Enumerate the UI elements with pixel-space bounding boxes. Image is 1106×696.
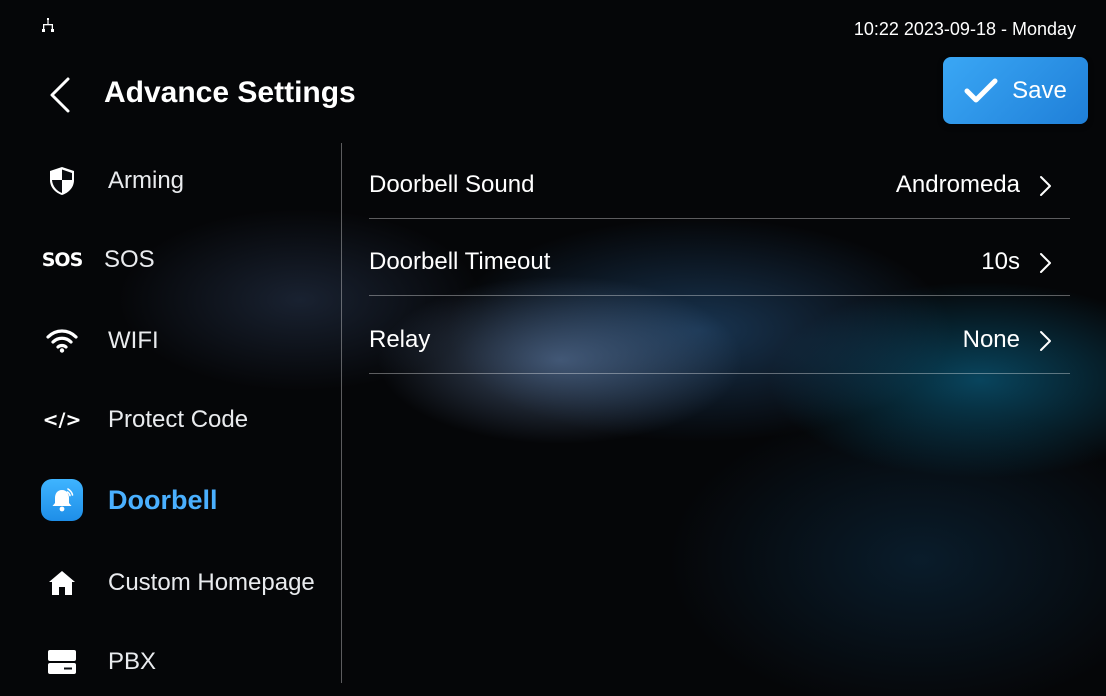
code-icon: </> [42, 409, 82, 431]
setting-value: None [962, 326, 1020, 353]
sidebar-item-sos[interactable]: SOS SOS [40, 238, 155, 282]
check-icon [964, 78, 998, 102]
setting-row-relay[interactable]: Relay None [369, 298, 1070, 374]
wifi-icon [40, 319, 84, 363]
page-title: Advance Settings [104, 76, 356, 109]
sos-icon: SOS [41, 249, 84, 271]
setting-label: Doorbell Timeout [369, 248, 551, 275]
sidebar-item-protect-code[interactable]: </> Protect Code [40, 398, 248, 442]
shield-icon [40, 159, 84, 203]
row-divider [369, 295, 1070, 296]
sidebar-item-label: PBX [108, 648, 157, 675]
sidebar-item-custom-homepage[interactable]: Custom Homepage [40, 561, 315, 605]
sidebar-item-wifi[interactable]: WIFI [40, 319, 159, 363]
sidebar-item-label: WIFI [108, 327, 159, 354]
sidebar-item-arming[interactable]: Arming [40, 159, 184, 203]
row-divider [369, 373, 1070, 374]
sidebar-item-doorbell[interactable]: Doorbell [40, 478, 218, 522]
setting-value: Andromeda [895, 171, 1020, 198]
status-datetime: 10:22 2023-09-18 - Monday [853, 19, 1076, 39]
back-button[interactable] [46, 76, 74, 114]
sidebar-item-label: Arming [108, 167, 185, 194]
sidebar-item-label: Custom Homepage [108, 569, 315, 596]
setting-row-doorbell-timeout[interactable]: Doorbell Timeout 10s [369, 220, 1070, 296]
chevron-right-icon [1040, 176, 1051, 196]
chevron-right-icon [1040, 331, 1051, 351]
sidebar-item-pbx[interactable]: PBX [40, 640, 156, 684]
row-divider [369, 218, 1070, 219]
ethernet-icon [42, 18, 54, 32]
sidebar-item-label: SOS [104, 246, 155, 273]
save-button-label: Save [1012, 76, 1067, 104]
setting-label: Relay [369, 326, 431, 353]
setting-label: Doorbell Sound [369, 171, 535, 198]
sidebar-item-label: Doorbell [108, 484, 218, 515]
bell-icon [40, 478, 84, 522]
setting-row-doorbell-sound[interactable]: Doorbell Sound Andromeda [369, 143, 1070, 219]
sidebar-divider [341, 143, 342, 683]
server-icon [40, 640, 84, 684]
setting-value: 10s [981, 248, 1020, 275]
chevron-right-icon [1040, 253, 1051, 273]
sidebar-item-label: Protect Code [108, 406, 249, 433]
save-button[interactable]: Save [943, 57, 1088, 124]
home-icon [40, 561, 84, 605]
